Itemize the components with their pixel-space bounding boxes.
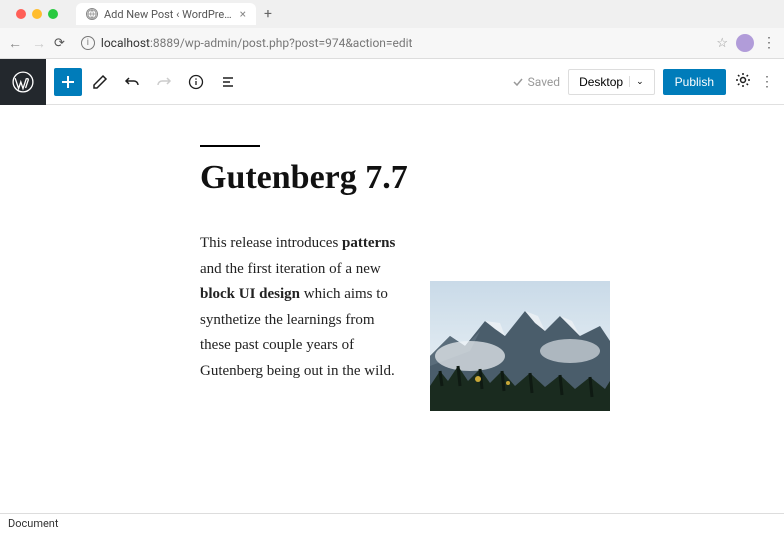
breadcrumb-document[interactable]: Document <box>8 517 58 530</box>
window-controls <box>8 9 66 19</box>
reload-button[interactable]: ⟳ <box>54 36 65 51</box>
new-tab-button[interactable]: + <box>264 6 272 22</box>
edit-mode-button[interactable] <box>86 68 114 96</box>
forward-button[interactable]: → <box>32 35 46 52</box>
saved-label: Saved <box>528 75 560 89</box>
save-status: Saved <box>512 75 560 89</box>
close-window-icon[interactable] <box>16 9 26 19</box>
title-separator <box>200 145 260 147</box>
chevron-down-icon: ⌄ <box>629 76 644 87</box>
url-path: :8889/wp-admin/post.php?post=974&action=… <box>150 36 413 50</box>
editor-toolbar: Saved Desktop ⌄ Publish ⋮ <box>0 59 784 105</box>
image-block[interactable] <box>430 281 610 411</box>
info-button[interactable] <box>182 68 210 96</box>
back-button[interactable]: ← <box>8 35 22 52</box>
paragraph-block[interactable]: This release introduces patterns and the… <box>200 231 400 384</box>
tab-bar: Add New Post ‹ WordPress D… × + <box>0 0 784 28</box>
profile-avatar[interactable] <box>736 34 754 52</box>
globe-icon <box>86 8 98 20</box>
post-content: Gutenberg 7.7 This release introduces pa… <box>200 145 680 411</box>
preview-label: Desktop <box>579 75 623 89</box>
url-bar: ← → ⟳ i localhost:8889/wp-admin/post.php… <box>0 28 784 58</box>
outline-button[interactable] <box>214 68 242 96</box>
check-icon <box>512 76 524 88</box>
breadcrumb-bar[interactable]: Document <box>0 513 784 533</box>
minimize-window-icon[interactable] <box>32 9 42 19</box>
wordpress-editor: Saved Desktop ⌄ Publish ⋮ Gutenberg 7.7 … <box>0 59 784 514</box>
bookmark-icon[interactable]: ☆ <box>716 36 728 51</box>
tab-title: Add New Post ‹ WordPress D… <box>104 8 234 21</box>
settings-button[interactable] <box>734 71 752 93</box>
browser-tab[interactable]: Add New Post ‹ WordPress D… × <box>76 3 256 25</box>
post-title[interactable]: Gutenberg 7.7 <box>200 159 680 197</box>
maximize-window-icon[interactable] <box>48 9 58 19</box>
browser-chrome: Add New Post ‹ WordPress D… × + ← → ⟳ i … <box>0 0 784 59</box>
editor-canvas[interactable]: Gutenberg 7.7 This release introduces pa… <box>0 105 784 514</box>
address-bar[interactable]: i localhost:8889/wp-admin/post.php?post=… <box>73 33 708 53</box>
publish-button[interactable]: Publish <box>663 69 726 95</box>
preview-dropdown[interactable]: Desktop ⌄ <box>568 69 655 95</box>
close-tab-icon[interactable]: × <box>240 7 246 21</box>
columns-block: This release introduces patterns and the… <box>200 231 680 411</box>
add-block-button[interactable] <box>54 68 82 96</box>
wordpress-logo[interactable] <box>0 59 46 105</box>
redo-button[interactable] <box>150 68 178 96</box>
more-options-icon[interactable]: ⋮ <box>760 74 774 90</box>
undo-button[interactable] <box>118 68 146 96</box>
browser-menu-icon[interactable]: ⋮ <box>762 35 776 51</box>
site-info-icon[interactable]: i <box>81 36 95 50</box>
url-host: localhost <box>101 36 150 50</box>
mountain-image <box>430 281 610 411</box>
